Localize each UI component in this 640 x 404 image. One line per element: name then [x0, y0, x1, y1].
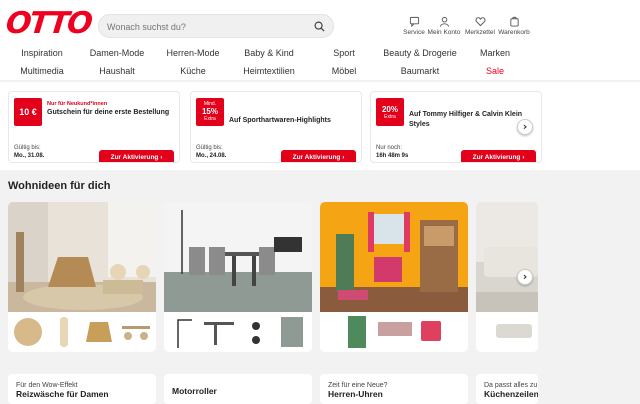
nav-item-baumarkt[interactable]: Baumarkt	[401, 66, 440, 76]
heart-icon	[475, 17, 485, 27]
nav-item-heimtextilien[interactable]: Heimtextilien	[243, 66, 295, 76]
inspiration-tile[interactable]	[320, 202, 468, 352]
user-icon	[439, 16, 449, 27]
validity-value: Mo., 24.08.	[196, 153, 227, 159]
activate-button[interactable]: Zur Aktivierung ›	[99, 150, 174, 162]
activate-button-label: Zur Aktivierung	[110, 154, 159, 161]
activate-button-label: Zur Aktivierung	[292, 154, 341, 161]
service-label: Service	[403, 29, 425, 36]
coupon-tag: Nur für Neukund*innen	[47, 101, 108, 107]
search-bar[interactable]	[98, 14, 334, 38]
search-icon[interactable]	[314, 21, 325, 32]
wishlist-label: Merkzettel	[465, 29, 495, 36]
validity-label: Gültig bis:	[14, 145, 41, 151]
inspiration-tile[interactable]	[8, 202, 156, 352]
inspiration-tile[interactable]	[164, 202, 312, 352]
nav-item-marken[interactable]: Marken	[480, 48, 510, 58]
chevron-right-icon: ›	[522, 120, 528, 133]
activate-button[interactable]: Zur Aktivierung ›	[281, 150, 356, 162]
coupon-badge-bottom: Extra	[204, 116, 216, 122]
coupon-badge: 20% Extra	[376, 98, 404, 126]
nav-item-moebel[interactable]: Möbel	[332, 66, 357, 76]
room-image[interactable]	[164, 202, 312, 312]
nav-item-haushalt[interactable]: Haushalt	[99, 66, 135, 76]
activate-button[interactable]: Zur Aktivierung ›	[461, 150, 536, 162]
chevron-right-icon: ›	[522, 270, 528, 283]
nav-item-baby-kind[interactable]: Baby & Kind	[244, 48, 294, 58]
coupon-badge-value: 20%	[381, 105, 398, 114]
category-title: Reizwäsche für Damen	[16, 389, 109, 399]
product-lamp-icon[interactable]	[164, 312, 312, 352]
category-kicker: Für den Wow-Effekt	[16, 382, 78, 389]
header: OTTO Service Mein Konto Merkzettel Waren…	[0, 0, 640, 80]
room-image[interactable]	[476, 202, 538, 312]
category-kicker: Da passt alles zu	[484, 382, 538, 389]
nav-item-sport[interactable]: Sport	[333, 48, 355, 58]
coupon-text: Nur für Neukund*innen Gutschein für dein…	[47, 101, 177, 118]
cart-label: Warenkorb	[498, 29, 530, 36]
coupon-validity: Gültig bis: Mo., 31.08.	[14, 144, 44, 160]
category-title: Küchenzeilen	[484, 389, 538, 399]
coupon-title: Gutschein für deine erste Bestellung	[47, 109, 170, 116]
category-title: Motorroller	[172, 386, 217, 396]
cart-icon	[509, 16, 519, 27]
coupon-carousel: 10 € Nur für Neukund*innen Gutschein für…	[0, 82, 640, 170]
coupon-badge-value: 10 €	[19, 107, 37, 117]
nav-item-multimedia[interactable]: Multimedia	[20, 66, 64, 76]
coupon-card[interactable]: Mind. 15% Extra Auf Sporthartwaren-Highl…	[190, 91, 362, 163]
nav-item-herren-mode[interactable]: Herren-Mode	[166, 48, 219, 58]
nav-item-inspiration[interactable]: Inspiration	[21, 48, 63, 58]
account-link[interactable]: Mein Konto	[424, 16, 464, 36]
activate-button-label: Zur Aktivierung	[472, 154, 521, 161]
carousel-next-button[interactable]: ›	[517, 119, 533, 135]
category-title: Herren-Uhren	[328, 389, 383, 399]
room-image[interactable]	[8, 202, 156, 312]
coupon-badge: 10 €	[14, 98, 42, 126]
section-title: Wohnideen für dich	[8, 180, 111, 192]
nav-item-damen-mode[interactable]: Damen-Mode	[90, 48, 145, 58]
coupon-card[interactable]: 10 € Nur für Neukund*innen Gutschein für…	[8, 91, 180, 163]
chat-icon	[409, 16, 419, 27]
category-kicker: Zeit für eine Neue?	[328, 382, 388, 389]
coupon-badge-value: 15%	[201, 107, 218, 116]
coupon-validity: Gültig bis: Mo., 24.08.	[196, 144, 226, 160]
room-image[interactable]	[320, 202, 468, 312]
nav-item-sale[interactable]: Sale	[486, 66, 504, 76]
validity-label: Gültig bis:	[196, 145, 223, 151]
validity-value: 16h 48m 9s	[376, 153, 409, 159]
search-input[interactable]	[107, 19, 307, 34]
account-label: Mein Konto	[427, 29, 461, 36]
cart-link[interactable]: Warenkorb	[494, 16, 534, 36]
coupon-validity: Nur noch: 16h 48m 9s	[376, 144, 408, 160]
validity-value: Mo., 31.08.	[14, 153, 45, 159]
coupon-badge-bottom: Extra	[384, 114, 396, 120]
otto-logo[interactable]: OTTO	[4, 6, 92, 41]
product-rug-icon[interactable]	[8, 312, 156, 352]
product-cabinet-icon[interactable]	[320, 312, 468, 352]
nav-item-kueche[interactable]: Küche	[180, 66, 206, 76]
coupon-title: Auf Sporthartwaren-Highlights	[229, 117, 331, 124]
product-sofa-icon[interactable]	[476, 312, 538, 352]
coupon-badge: Mind. 15% Extra	[196, 98, 224, 126]
validity-label: Nur noch:	[376, 145, 403, 151]
nav-item-beauty-drogerie[interactable]: Beauty & Drogerie	[383, 48, 457, 58]
tiles-next-button[interactable]: ›	[517, 269, 533, 285]
